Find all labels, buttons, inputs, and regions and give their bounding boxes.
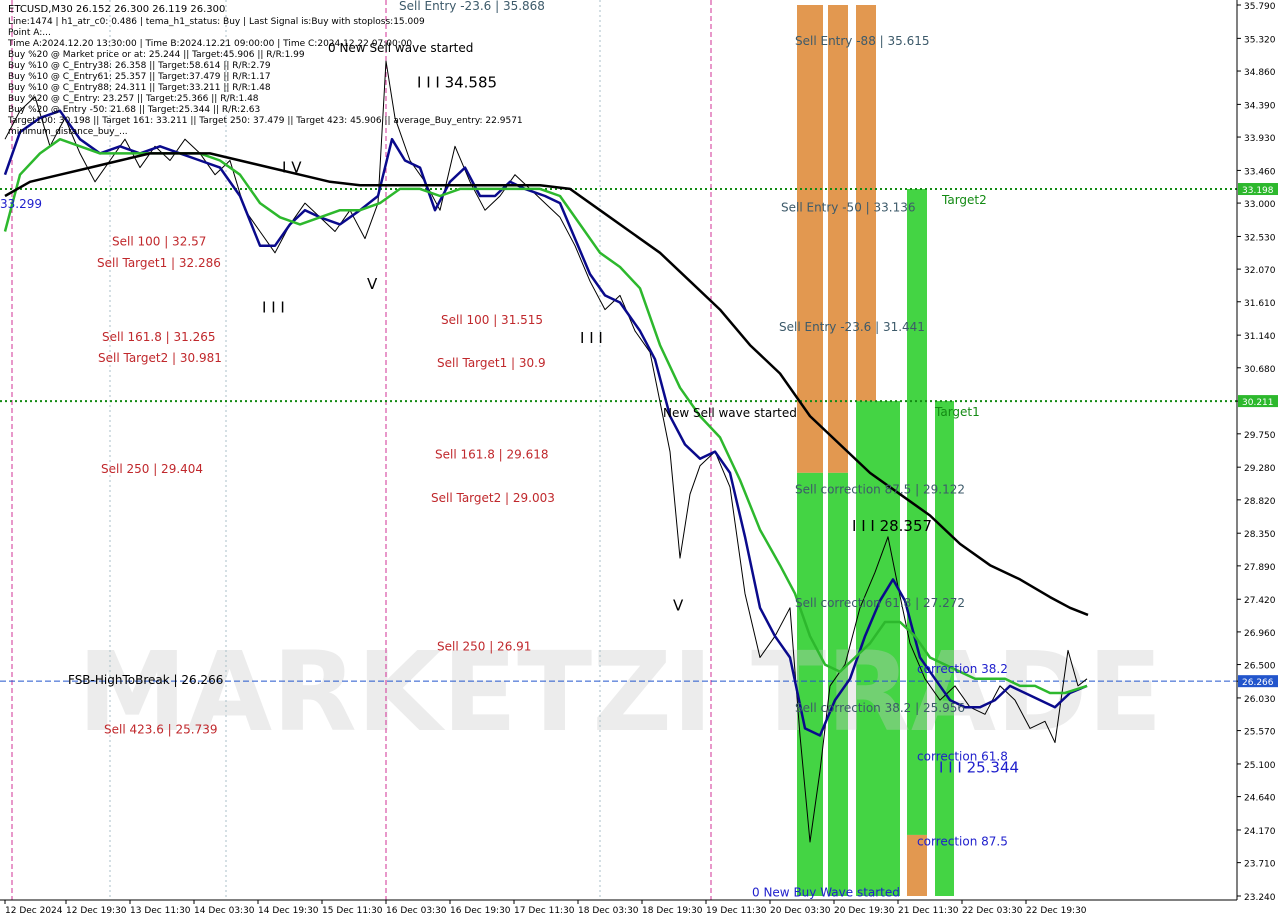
signal-bar-2-orange	[828, 5, 848, 473]
y-tick-label-6: 33.000	[1244, 200, 1276, 210]
x-tick-label-5: 15 Dec 11:30	[322, 906, 383, 916]
watermark-text: MARKETZI TRADE	[77, 628, 1162, 756]
annotation-label-19: FSB-HighToBreak | 26.266	[68, 673, 223, 687]
info-line-2: Time A:2024.12.20 13:30:00 | Time B:2024…	[8, 39, 413, 49]
annotation-label-7: Target1	[934, 405, 980, 419]
x-tick-label-4: 14 Dec 19:30	[258, 906, 319, 916]
y-tick-label-10: 31.140	[1244, 332, 1276, 342]
y-tick-label-1: 35.320	[1244, 35, 1276, 45]
y-tick-label-0: 35.790	[1244, 2, 1276, 12]
y-tick-label-4: 33.930	[1244, 134, 1276, 144]
x-tick-label-0: 12 Dec 2024	[5, 906, 63, 916]
annotation-label-17: Sell 250 | 26.91	[437, 639, 531, 653]
annotation-label-18: Sell 423.6 | 25.739	[104, 722, 218, 736]
annotation-label-0: Sell Entry -23.6 | 35.868	[399, 0, 545, 13]
current-price-tag-label: 26.266	[1242, 678, 1274, 688]
annotation-label-6: Sell Entry -23.6 | 31.441	[779, 320, 925, 334]
info-line-7: Buy %20 @ C_Entry: 23.257 || Target:25.3…	[8, 94, 259, 104]
info-line-6: Buy %10 @ C_Entry88: 24.311 || Target:33…	[8, 83, 271, 93]
annotation-label-12: Sell 250 | 29.404	[101, 462, 203, 476]
annotation-label-31: I I I	[262, 298, 285, 316]
x-tick-label-9: 18 Dec 03:30	[578, 906, 639, 916]
annotation-label-11: Sell Target2 | 30.981	[98, 351, 222, 365]
annotation-label-5: Target2	[941, 193, 987, 207]
y-tick-label-14: 29.280	[1244, 464, 1276, 474]
info-line-0: Line:1474 | h1_atr_c0: 0.486 | tema_h1_s…	[8, 17, 425, 27]
annotation-label-24: Sell correction 38.2 | 25.956	[795, 701, 965, 715]
annotation-label-2: I I I 34.585	[417, 73, 497, 91]
annotation-label-23: Sell correction 61.8 | 27.272	[795, 596, 965, 610]
info-line-4: Buy %10 @ C_Entry38: 26.358 || Target:58…	[8, 61, 271, 71]
y-tick-label-20: 26.500	[1244, 662, 1276, 672]
y-tick-label-8: 32.070	[1244, 266, 1276, 276]
annotation-label-10: Sell 161.8 | 31.265	[102, 330, 216, 344]
y-tick-label-26: 24.170	[1244, 827, 1276, 837]
x-tick-label-1: 12 Dec 19:30	[66, 906, 127, 916]
annotation-label-25: correction 38.2	[917, 662, 1008, 676]
price-tag-label-0: 33.198	[1242, 186, 1274, 196]
annotation-label-30: I V	[282, 159, 302, 177]
annotation-label-34: V	[673, 597, 684, 615]
y-tick-label-2: 34.860	[1244, 68, 1276, 78]
info-line-3: Buy %20 @ Market price or at: 25.244 || …	[8, 50, 305, 60]
y-tick-label-24: 25.100	[1244, 761, 1276, 771]
annotation-label-14: Sell Target1 | 30.9	[437, 356, 546, 370]
info-line-9: Target100: 30.198 || Target 161: 33.211 …	[8, 116, 523, 126]
annotation-label-35: 33.299	[0, 197, 42, 211]
info-line-1: Point A:...	[8, 28, 51, 38]
x-tick-label-2: 13 Dec 11:30	[130, 906, 191, 916]
symbol-header: ETCUSD,M30 26.152 26.300 26.119 26.300	[8, 4, 226, 15]
y-tick-label-7: 32.530	[1244, 233, 1276, 243]
y-tick-label-9: 31.610	[1244, 299, 1276, 309]
y-tick-label-25: 24.640	[1244, 794, 1276, 804]
x-tick-label-10: 18 Dec 19:30	[642, 906, 703, 916]
x-tick-label-13: 20 Dec 19:30	[834, 906, 895, 916]
y-tick-label-13: 29.750	[1244, 431, 1276, 441]
y-tick-label-18: 27.420	[1244, 596, 1276, 606]
chart-root: MARKETZI TRADE Sell Entry -23.6 | 35.868…	[0, 0, 1280, 920]
annotation-label-20: New Sell wave started	[663, 406, 797, 420]
x-tick-label-16: 22 Dec 19:30	[1026, 906, 1087, 916]
annotation-label-16: Sell Target2 | 29.003	[431, 491, 555, 505]
info-line-5: Buy %10 @ C_Entry61: 25.357 || Target:37…	[8, 72, 271, 82]
annotation-label-13: Sell 100 | 31.515	[441, 313, 543, 327]
y-tick-label-23: 25.570	[1244, 728, 1276, 738]
y-tick-label-19: 26.960	[1244, 629, 1276, 639]
annotation-label-27: I I I 25.344	[939, 758, 1019, 776]
x-tick-label-3: 14 Dec 03:30	[194, 906, 255, 916]
x-tick-label-7: 16 Dec 19:30	[450, 906, 511, 916]
price-chart[interactable]: MARKETZI TRADE Sell Entry -23.6 | 35.868…	[0, 0, 1280, 920]
annotation-label-22: I I I 28.357	[852, 517, 932, 535]
x-tick-label-14: 21 Dec 11:30	[898, 906, 959, 916]
watermark: MARKETZI TRADE	[77, 628, 1162, 756]
y-tick-label-22: 26.030	[1244, 695, 1276, 705]
annotation-label-9: Sell Target1 | 32.286	[97, 256, 221, 270]
annotation-label-33: I I I	[580, 329, 603, 347]
info-line-8: Buy %20 @ Entry -50: 21.68 || Target:25.…	[8, 105, 261, 115]
y-tick-label-27: 23.710	[1244, 860, 1276, 870]
y-tick-label-11: 30.680	[1244, 365, 1276, 375]
x-tick-label-12: 20 Dec 03:30	[770, 906, 831, 916]
chart-background	[0, 0, 1280, 920]
annotation-label-8: Sell 100 | 32.57	[112, 235, 206, 249]
annotation-label-32: V	[367, 275, 378, 293]
y-tick-label-5: 33.460	[1244, 167, 1276, 177]
price-tag-label-1: 30.211	[1242, 398, 1274, 408]
y-tick-label-28: 23.240	[1244, 893, 1276, 903]
y-tick-label-3: 34.390	[1244, 101, 1276, 111]
y-tick-label-16: 28.350	[1244, 530, 1276, 540]
x-tick-label-11: 19 Dec 11:30	[706, 906, 767, 916]
x-tick-label-8: 17 Dec 11:30	[514, 906, 575, 916]
annotation-label-3: Sell Entry -88 | 35.615	[795, 34, 929, 48]
annotation-label-21: Sell correction 87.5 | 29.122	[795, 482, 965, 496]
annotation-label-4: Sell Entry -50 | 33.136	[781, 201, 915, 215]
y-tick-label-15: 28.820	[1244, 497, 1276, 507]
annotation-label-29: 0 New Buy Wave started	[752, 886, 900, 900]
x-tick-label-15: 22 Dec 03:30	[962, 906, 1023, 916]
info-line-10: minimum_distance_buy_...	[8, 127, 128, 137]
y-tick-label-17: 27.890	[1244, 563, 1276, 573]
annotation-label-15: Sell 161.8 | 29.618	[435, 448, 549, 462]
x-tick-label-6: 16 Dec 03:30	[386, 906, 447, 916]
annotation-label-28: correction 87.5	[917, 835, 1008, 849]
